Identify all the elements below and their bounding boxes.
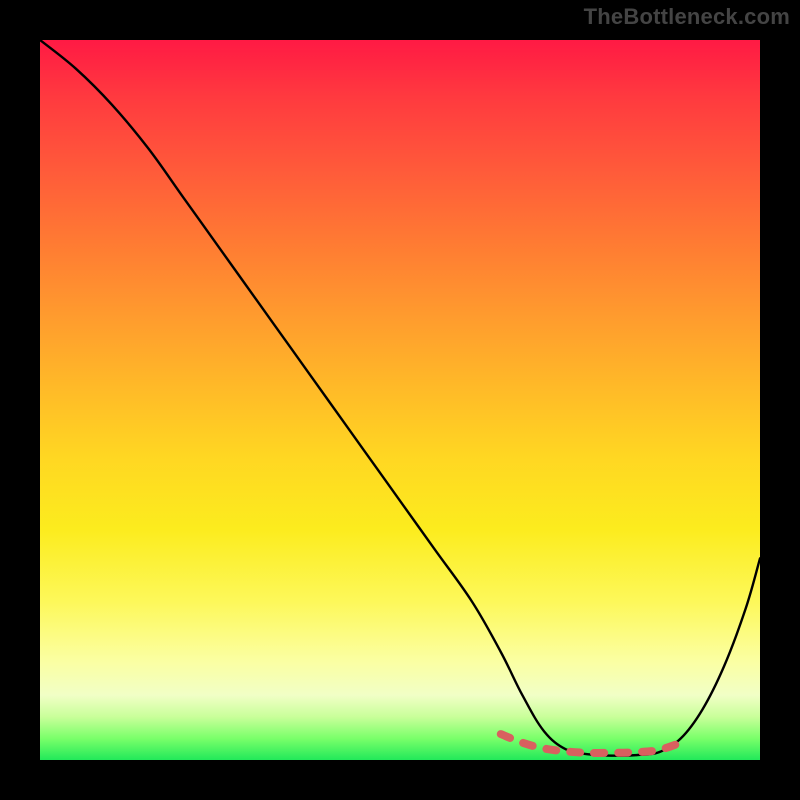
bottleneck-curve-path — [40, 40, 760, 756]
optimal-range-marker-path — [501, 734, 681, 753]
watermark-text: TheBottleneck.com — [584, 4, 790, 30]
plot-area — [40, 40, 760, 760]
chart-frame: TheBottleneck.com — [0, 0, 800, 800]
chart-svg — [40, 40, 760, 760]
